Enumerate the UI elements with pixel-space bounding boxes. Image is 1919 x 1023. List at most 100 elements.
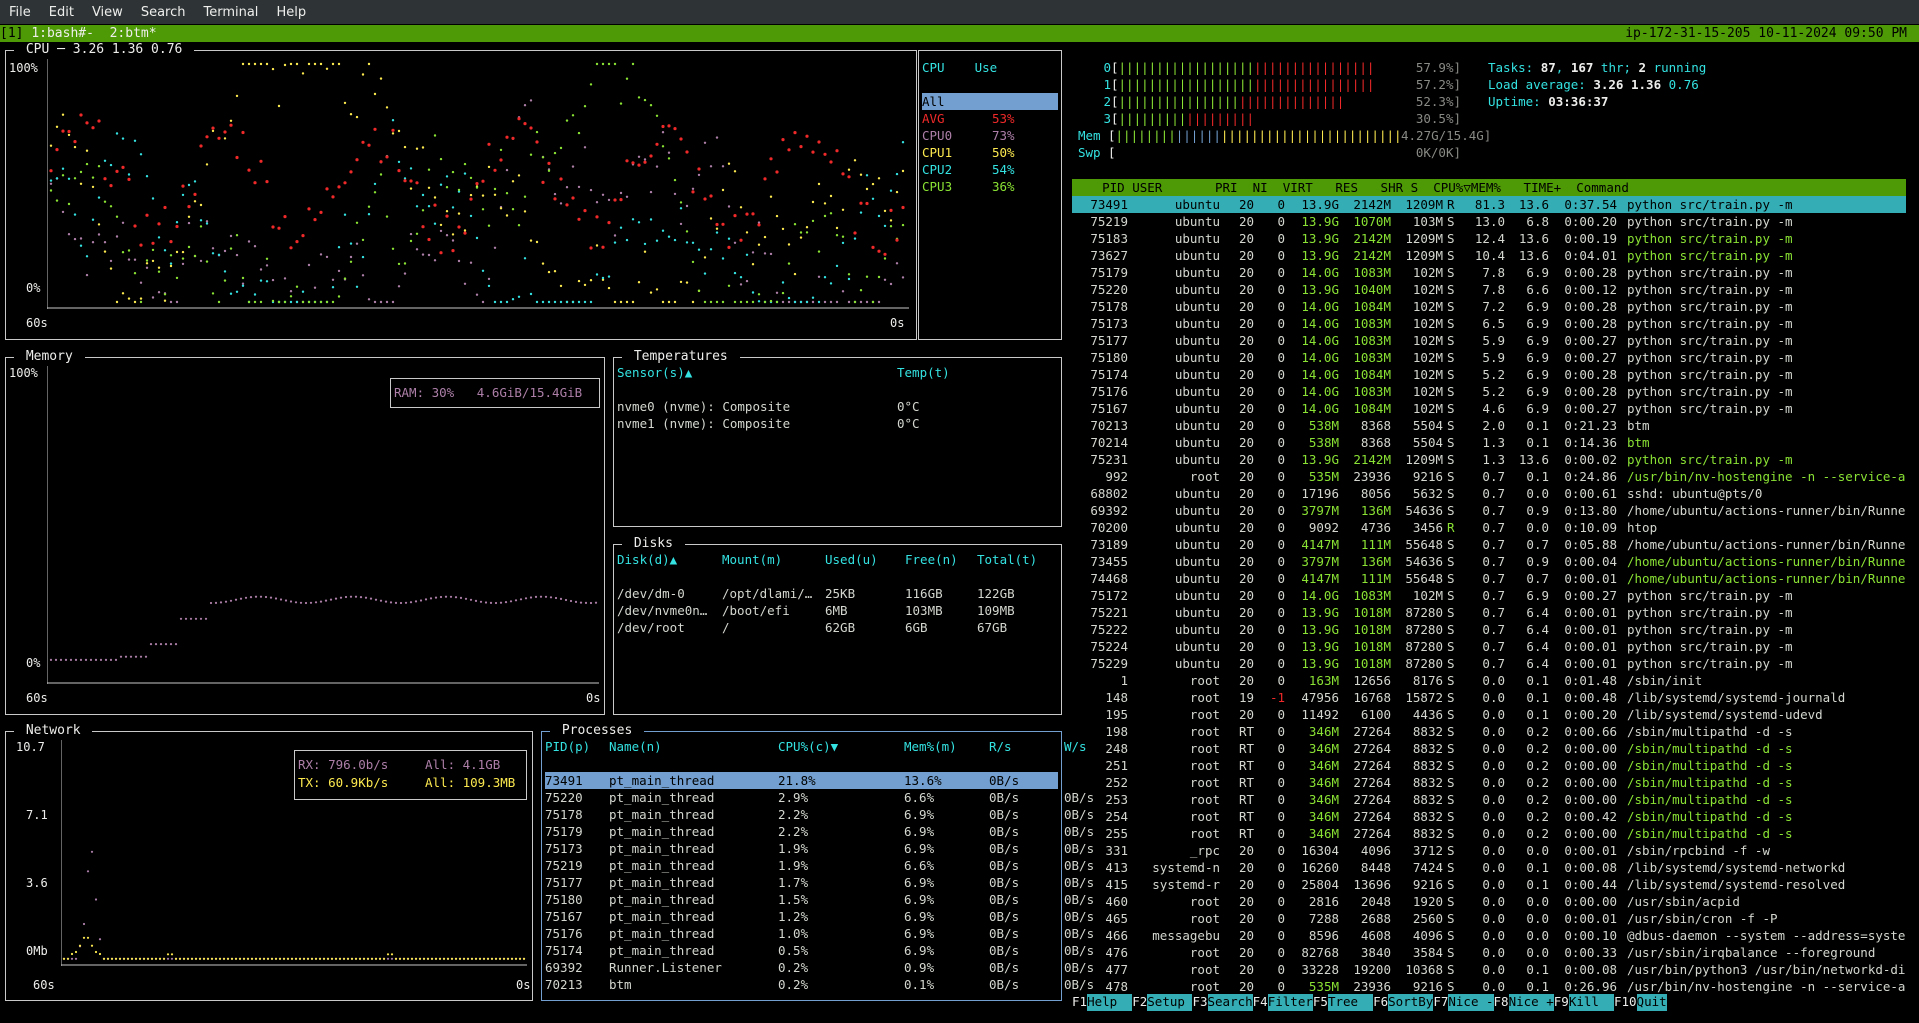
htop-row[interactable]: 70213 ubuntu 20 0 538M 8368 5504 S 2.0 0.1 0:21.23… bbox=[1072, 417, 1906, 434]
htop-header[interactable]: PID USER PRI NI VIRT RES SHR S CPU%▽MEM%… bbox=[1072, 179, 1906, 196]
process-row[interactable]: 75179 pt_main_thread 2.2% 6.9% 0B/s 0B/s bbox=[545, 823, 1094, 840]
disks-col-3[interactable]: Free(n) bbox=[905, 551, 977, 568]
cpu-legend-cpu0[interactable]: CPU0 73% bbox=[922, 127, 1058, 144]
processes-col-1[interactable]: Name(n) bbox=[609, 738, 778, 755]
disks-row[interactable]: /dev/nvme0n…/boot/efi 6MB 103MB 109MB bbox=[617, 602, 1057, 619]
disks-row[interactable]: /dev/dm-0/opt/dlami/… 25KB 116GB 122GB bbox=[617, 585, 1057, 602]
htop-row[interactable]: 69392 ubuntu 20 0 3797M 136M 54636 S 0.7 0.9 0:13.… bbox=[1072, 502, 1906, 519]
htop-row[interactable]: 331 _rpc 20 0 16304 4096 3712 S 0.0 0.0 0:00.01/sb… bbox=[1072, 842, 1906, 859]
fkey-label[interactable]: Tree bbox=[1327, 994, 1374, 1011]
processes-col-2[interactable]: CPU%(c)▼ bbox=[778, 738, 904, 755]
process-row[interactable]: 75220 pt_main_thread 2.9% 6.6% 0B/s 0B/s bbox=[545, 789, 1094, 806]
menu-file[interactable]: File bbox=[0, 5, 40, 20]
htop-row[interactable]: 75167 ubuntu 20 0 14.0G 1084M 102M S 4.6 6.9 0:00.… bbox=[1072, 400, 1906, 417]
htop-row[interactable]: 251 root RT 0 346M 27264 8832 S 0.0 0.2 0:00.00/sb… bbox=[1072, 757, 1906, 774]
process-row[interactable]: 75173 pt_main_thread 1.9% 6.9% 0B/s 0B/s bbox=[545, 840, 1094, 857]
menu-edit[interactable]: Edit bbox=[40, 5, 83, 20]
temps-row[interactable]: nvme1 (nvme): Composite 0°C bbox=[617, 415, 1057, 432]
fkey-label[interactable]: Kill bbox=[1568, 994, 1614, 1011]
disks-row[interactable]: /dev/root/62GB 6GB 67GB bbox=[617, 619, 1057, 636]
htop-row[interactable]: 195 root 20 0 11492 6100 4436 S 0.0 0.1 0:00.20/li… bbox=[1072, 706, 1906, 723]
cpu-legend-cpu2[interactable]: CPU2 54% bbox=[922, 161, 1058, 178]
fkey-f10[interactable]: F10 bbox=[1614, 994, 1637, 1011]
htop-row[interactable]: 252 root RT 0 346M 27264 8832 S 0.0 0.2 0:00.00/sb… bbox=[1072, 774, 1906, 791]
fkey-label[interactable]: Quit bbox=[1636, 994, 1667, 1011]
fkey-f2[interactable]: F2 bbox=[1132, 994, 1147, 1011]
fkey-f4[interactable]: F4 bbox=[1253, 994, 1268, 1011]
htop-row[interactable]: 254 root RT 0 346M 27264 8832 S 0.0 0.2 0:00.42/sb… bbox=[1072, 808, 1906, 825]
process-row[interactable]: 75174 pt_main_thread 0.5% 6.9% 0B/s 0B/s bbox=[545, 942, 1094, 959]
htop-row[interactable]: 478 root 20 0 535M 23936 9216 S 0.0 0.1 0:26.96/us… bbox=[1072, 978, 1906, 995]
temps-col-temp[interactable]: Temp(t) bbox=[897, 365, 950, 380]
htop-row[interactable]: 75183 ubuntu 20 0 13.9G 2142M 1209M S 12.4 13.6 0:… bbox=[1072, 230, 1906, 247]
fkey-f3[interactable]: F3 bbox=[1192, 994, 1207, 1011]
process-row[interactable]: 75178 pt_main_thread 2.2% 6.9% 0B/s 0B/s bbox=[545, 806, 1094, 823]
fkey-label[interactable]: Nice - bbox=[1448, 994, 1494, 1011]
fkey-f1[interactable]: F1 bbox=[1072, 994, 1087, 1011]
tmux-window-2[interactable]: 2:btm* bbox=[102, 26, 157, 41]
disks-col-0[interactable]: Disk(d)▲ bbox=[617, 551, 722, 568]
disks-col-1[interactable]: Mount(m) bbox=[722, 551, 825, 568]
htop-row[interactable]: 75179 ubuntu 20 0 14.0G 1083M 102M S 7.8 6.9 0:00.… bbox=[1072, 264, 1906, 281]
htop-row[interactable]: 75177 ubuntu 20 0 14.0G 1083M 102M S 5.9 6.9 0:00.… bbox=[1072, 332, 1906, 349]
htop-row[interactable]: 75176 ubuntu 20 0 14.0G 1083M 102M S 5.2 6.9 0:00.… bbox=[1072, 383, 1906, 400]
fkey-f6[interactable]: F6 bbox=[1373, 994, 1388, 1011]
fkey-label[interactable]: Help bbox=[1087, 994, 1133, 1011]
process-row[interactable]: 73491 pt_main_thread 21.8% 13.6% 0B/s 0B/s bbox=[545, 772, 1094, 789]
disks-col-4[interactable]: Total(t) bbox=[977, 551, 1057, 568]
htop-row[interactable]: 75231 ubuntu 20 0 13.9G 2142M 1209M S 1.3 13.6 0:0… bbox=[1072, 451, 1906, 468]
processes-col-0[interactable]: PID(p) bbox=[545, 738, 609, 755]
htop-row[interactable]: 477 root 20 0 33228 19200 10368 S 0.0 0.1 0:00.08/… bbox=[1072, 961, 1906, 978]
htop-row[interactable]: 70214 ubuntu 20 0 538M 8368 5504 S 1.3 0.1 0:14.36… bbox=[1072, 434, 1906, 451]
htop-row[interactable]: 75172 ubuntu 20 0 14.0G 1083M 102M S 0.7 6.9 0:00.… bbox=[1072, 587, 1906, 604]
cpu-legend-all[interactable]: All bbox=[922, 93, 1058, 110]
tmux-window-1[interactable]: 1:bash#- bbox=[31, 26, 102, 41]
temps-col-sensor[interactable]: Sensor(s)▲ bbox=[617, 364, 897, 381]
htop-row[interactable]: 75219 ubuntu 20 0 13.9G 1070M 103M S 13.0 6.8 0:00… bbox=[1072, 213, 1906, 230]
temps-row[interactable]: nvme0 (nvme): Composite 0°C bbox=[617, 398, 1057, 415]
htop-row[interactable]: 460 root 20 0 2816 2048 1920 S 0.0 0.0 0:00.00/usr… bbox=[1072, 893, 1906, 910]
htop-row[interactable]: 75178 ubuntu 20 0 14.0G 1084M 102M S 7.2 6.9 0:00.… bbox=[1072, 298, 1906, 315]
fkey-f7[interactable]: F7 bbox=[1433, 994, 1448, 1011]
htop-row[interactable]: 992 root 20 0 535M 23936 9216 S 0.7 0.1 0:24.86/us… bbox=[1072, 468, 1906, 485]
cpu-legend-col-use[interactable]: Use bbox=[975, 60, 998, 75]
htop-row[interactable]: 413 systemd-n 20 0 16260 8448 7424 S 0.0 0.1 0:00.… bbox=[1072, 859, 1906, 876]
htop-row[interactable]: 73189 ubuntu 20 0 4147M 111M 55648 S 0.7 0.7 0:05.… bbox=[1072, 536, 1906, 553]
process-row[interactable]: 75219 pt_main_thread 1.9% 6.6% 0B/s 0B/s bbox=[545, 857, 1094, 874]
htop-row[interactable]: 73455 ubuntu 20 0 3797M 136M 54636 S 0.7 0.9 0:00.… bbox=[1072, 553, 1906, 570]
menu-view[interactable]: View bbox=[83, 5, 132, 20]
disks-col-2[interactable]: Used(u) bbox=[825, 551, 905, 568]
cpu-legend-avg[interactable]: AVG 53% bbox=[922, 110, 1058, 127]
htop-row[interactable]: 73627 ubuntu 20 0 13.9G 2142M 1209M S 10.4 13.6 0:… bbox=[1072, 247, 1906, 264]
htop-row[interactable]: 466 messagebu 20 0 8596 4608 4096 S 0.0 0.0 0:00.1… bbox=[1072, 927, 1906, 944]
fkey-label[interactable]: Search bbox=[1207, 994, 1253, 1011]
menu-terminal[interactable]: Terminal bbox=[194, 5, 267, 20]
htop-row[interactable]: 75229 ubuntu 20 0 13.9G 1018M 87280 S 0.7 6.4 0:00… bbox=[1072, 655, 1906, 672]
fkey-f5[interactable]: F5 bbox=[1313, 994, 1328, 1011]
menu-search[interactable]: Search bbox=[132, 5, 195, 20]
htop-row[interactable]: 75180 ubuntu 20 0 14.0G 1083M 102M S 5.9 6.9 0:00.… bbox=[1072, 349, 1906, 366]
cpu-legend-col-cpu[interactable]: CPU bbox=[922, 60, 945, 75]
htop-row[interactable]: 75224 ubuntu 20 0 13.9G 1018M 87280 S 0.7 6.4 0:00… bbox=[1072, 638, 1906, 655]
htop-row[interactable]: 198 root RT 0 346M 27264 8832 S 0.0 0.2 0:00.66/sb… bbox=[1072, 723, 1906, 740]
process-row[interactable]: 69392 Runner.Listener 0.2% 0.9% 0B/s 0B/s bbox=[545, 959, 1094, 976]
htop-row[interactable]: 75220 ubuntu 20 0 13.9G 1040M 102M S 7.8 6.6 0:00.… bbox=[1072, 281, 1906, 298]
htop-row[interactable]: 75174 ubuntu 20 0 14.0G 1084M 102M S 5.2 6.9 0:00.… bbox=[1072, 366, 1906, 383]
menu-help[interactable]: Help bbox=[267, 5, 315, 20]
cpu-legend-cpu1[interactable]: CPU1 50% bbox=[922, 144, 1058, 161]
htop-row[interactable]: 253 root RT 0 346M 27264 8832 S 0.0 0.2 0:00.00/sb… bbox=[1072, 791, 1906, 808]
htop-row[interactable]: 415 systemd-r 20 0 25804 13696 9216 S 0.0 0.1 0:00… bbox=[1072, 876, 1906, 893]
htop-row[interactable]: 476 root 20 0 82768 3840 3584 S 0.0 0.0 0:00.33/us… bbox=[1072, 944, 1906, 961]
fkey-label[interactable]: SortBy bbox=[1388, 994, 1434, 1011]
htop-row[interactable]: 255 root RT 0 346M 27264 8832 S 0.0 0.2 0:00.00/sb… bbox=[1072, 825, 1906, 842]
fkey-label[interactable]: Setup bbox=[1147, 994, 1193, 1011]
process-row[interactable]: 70213 btm 0.2% 0.1% 0B/s 0B/s bbox=[545, 976, 1094, 993]
htop-row[interactable]: 70200 ubuntu 20 0 9092 4736 3456 R 0.7 0.0 0:10.09… bbox=[1072, 519, 1906, 536]
htop-row[interactable]: 248 root RT 0 346M 27264 8832 S 0.0 0.2 0:00.00/sb… bbox=[1072, 740, 1906, 757]
htop-row[interactable]: 68802 ubuntu 20 0 17196 8056 5632 S 0.7 0.0 0:00.6… bbox=[1072, 485, 1906, 502]
htop-row[interactable]: 75173 ubuntu 20 0 14.0G 1083M 102M S 6.5 6.9 0:00.… bbox=[1072, 315, 1906, 332]
process-row[interactable]: 75176 pt_main_thread 1.0% 6.9% 0B/s 0B/s bbox=[545, 925, 1094, 942]
fkey-label[interactable]: Nice + bbox=[1508, 994, 1554, 1011]
htop-row[interactable]: 74468 ubuntu 20 0 4147M 111M 55648 S 0.7 0.7 0:00.… bbox=[1072, 570, 1906, 587]
htop-row[interactable]: 148 root 19 -1 47956 16768 15872 S 0.0 0.1 0:00.48… bbox=[1072, 689, 1906, 706]
